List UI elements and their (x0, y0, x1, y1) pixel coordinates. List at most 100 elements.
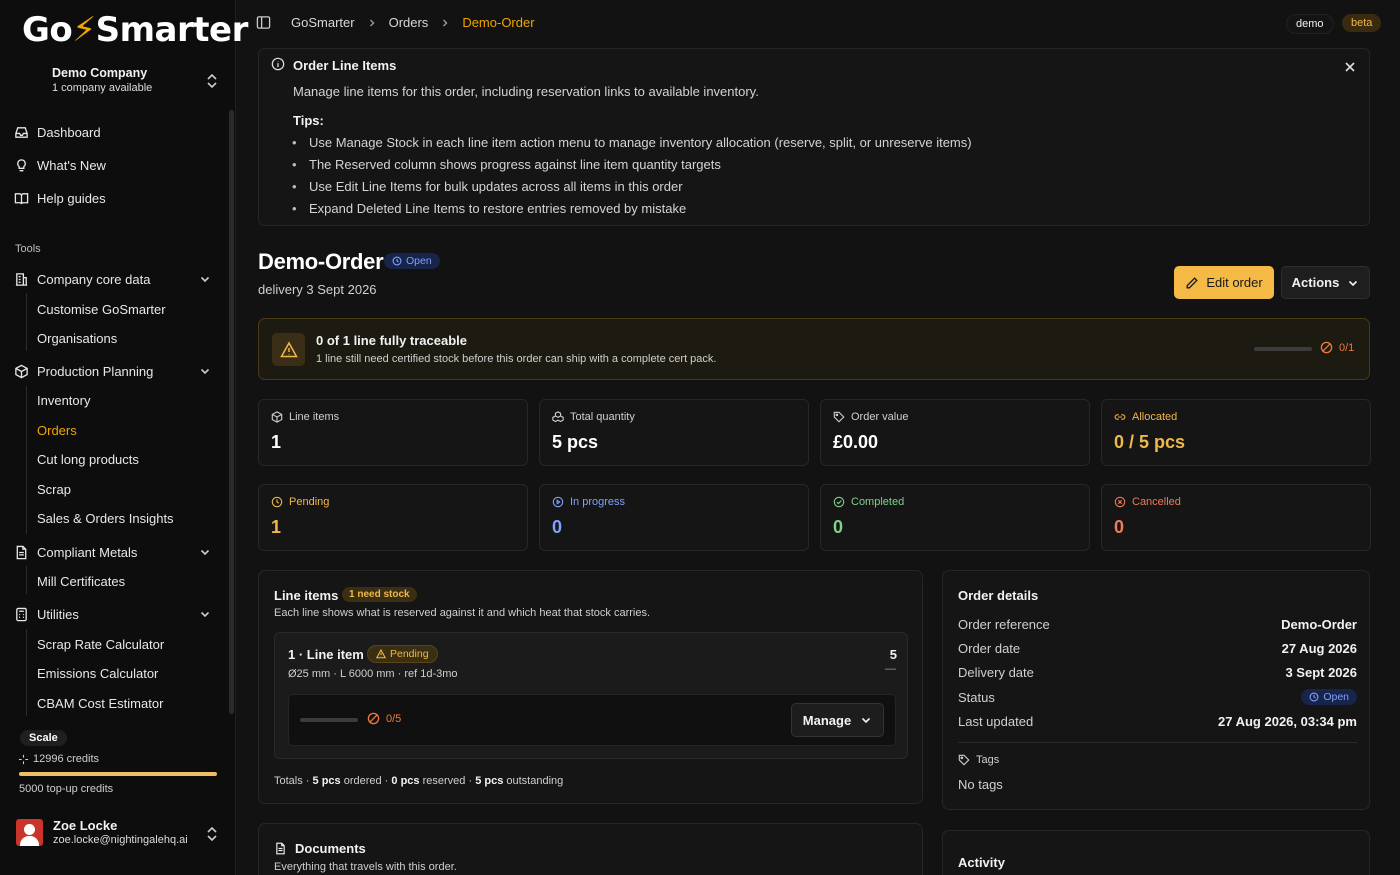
chevron-down-icon[interactable] (199, 365, 211, 377)
divider (958, 742, 1357, 743)
stat-value: 0 (552, 517, 563, 537)
book-icon (14, 191, 29, 206)
sidebar-group-production-planning[interactable]: Production Planning (14, 360, 153, 382)
breadcrumb-gosmarter[interactable]: GoSmarter (291, 15, 355, 30)
line-item-dash: — (885, 663, 896, 675)
reservation-progress-bar (300, 718, 358, 722)
detail-row-order-date: Order date 27 Aug 2026 (958, 640, 1357, 656)
sidebar-group-company-core-data[interactable]: Company core data (14, 268, 150, 290)
traceability-warning: 0 of 1 line fully traceable 1 line still… (258, 318, 1370, 380)
stat-card-cancelled: Cancelled 0 (1101, 484, 1371, 551)
info-tips-label: Tips: (293, 113, 324, 128)
tag-icon (958, 754, 970, 766)
sidebar-item-dashboard[interactable]: Dashboard (14, 121, 101, 143)
sidebar-scrollbar[interactable] (229, 110, 234, 714)
activity-panel: Activity (942, 830, 1370, 875)
boxes-icon (552, 411, 564, 423)
sidebar-item-scrap[interactable]: Scrap (37, 479, 71, 499)
sidebar-item-orders[interactable]: Orders (37, 420, 77, 440)
chevron-down-icon (860, 714, 872, 726)
clock-icon (1309, 692, 1319, 702)
link-icon (1114, 411, 1126, 423)
chevrons-up-down-icon[interactable] (205, 73, 219, 89)
stat-card-line-items: Line items 1 (258, 399, 528, 466)
box-icon (271, 411, 283, 423)
stat-label: Total quantity (552, 411, 635, 423)
sidebar-section-tools: Tools (15, 243, 41, 255)
company-name: Demo Company (52, 66, 148, 80)
chevron-right-icon (367, 18, 377, 28)
sidebar-item-cbam-cost-estimator[interactable]: CBAM Cost Estimator (37, 693, 163, 713)
sidebar-group-compliant-metals[interactable]: Compliant Metals (14, 541, 137, 563)
sidebar-item-emissions-calculator[interactable]: Emissions Calculator (37, 663, 158, 683)
sidebar-tree-line (26, 566, 27, 594)
sidebar-item-help-guides[interactable]: Help guides (14, 187, 106, 209)
traceability-title: 0 of 1 line fully traceable (316, 333, 467, 348)
sidebar-item-cut-long-products[interactable]: Cut long products (37, 449, 139, 469)
sidebar-toggle-icon[interactable] (256, 15, 271, 30)
traceability-count: 0/1 (1320, 341, 1354, 354)
sidebar-group-utilities[interactable]: Utilities (14, 603, 79, 625)
sidebar-item-whats-new[interactable]: What's New (14, 154, 106, 176)
chevron-down-icon[interactable] (199, 546, 211, 558)
tip-item: Use Manage Stock in each line item actio… (292, 132, 972, 154)
stat-label: Order value (833, 411, 908, 423)
plan-badge: Scale (20, 730, 67, 746)
warning-icon (376, 649, 386, 659)
user-menu[interactable]: Zoe Locke zoe.locke@nightingalehq.ai (16, 818, 188, 846)
stat-card-total-quantity: Total quantity 5 pcs (539, 399, 809, 466)
file-text-icon (14, 545, 29, 560)
sidebar-item-customise-gosmarter[interactable]: Customise GoSmarter (37, 299, 166, 319)
line-items-title: Line items (274, 588, 339, 603)
need-stock-badge: 1 need stock (342, 587, 417, 602)
chevron-down-icon[interactable] (199, 273, 211, 285)
chevron-down-icon[interactable] (199, 608, 211, 620)
info-panel: Order Line Items Manage line items for t… (258, 48, 1370, 226)
detail-row-status: Status Open (958, 687, 1357, 707)
edit-order-button[interactable]: Edit order (1174, 266, 1274, 299)
sidebar-item-scrap-rate-calculator[interactable]: Scrap Rate Calculator (37, 634, 164, 654)
tags-label: Tags (958, 754, 999, 766)
sidebar: Go⚡Smarter Demo Company 1 company availa… (0, 0, 248, 875)
credits-progress-bar (19, 772, 217, 776)
sidebar-item-sales-orders-insights[interactable]: Sales & Orders Insights (37, 508, 174, 528)
stat-label: Pending (271, 496, 329, 508)
chevrons-up-down-icon[interactable] (205, 826, 219, 842)
actions-menu-button[interactable]: Actions (1281, 266, 1370, 299)
tip-item: Expand Deleted Line Items to restore ent… (292, 198, 972, 220)
info-icon (271, 57, 285, 71)
env-badge-demo: demo (1286, 14, 1334, 34)
status-badge: Open (384, 253, 440, 269)
sidebar-tree-line (26, 629, 27, 716)
sidebar-tree-line (26, 386, 27, 534)
documents-description: Everything that travels with this order. (274, 861, 457, 873)
sidebar-item-inventory[interactable]: Inventory (37, 390, 90, 410)
clock-icon (271, 496, 283, 508)
sidebar-item-mill-certificates[interactable]: Mill Certificates (37, 571, 125, 591)
gosmarter-logo[interactable]: Go⚡Smarter (22, 10, 248, 50)
tip-item: Use Edit Line Items for bulk updates acr… (292, 176, 972, 198)
line-items-description: Each line shows what is reserved against… (274, 607, 651, 619)
close-icon[interactable] (1344, 61, 1356, 73)
line-item-meta: Ø25 mm · L 6000 mm · ref 1d-3mo (288, 668, 458, 680)
warning-icon (272, 333, 305, 366)
lightbulb-icon (14, 158, 29, 173)
stat-card-pending: Pending 1 (258, 484, 528, 551)
documents-panel: Documents Everything that travels with t… (258, 823, 923, 875)
ban-icon (367, 712, 380, 725)
calculator-icon (14, 607, 29, 622)
ban-icon (1320, 341, 1333, 354)
stat-card-in-progress: In progress 0 (539, 484, 809, 551)
tag-icon (833, 411, 845, 423)
stat-label: Completed (833, 496, 904, 508)
company-switcher[interactable]: Demo Company 1 company available (52, 66, 152, 94)
building-icon (14, 272, 29, 287)
order-details-title: Order details (958, 588, 1039, 603)
manage-button[interactable]: Manage (791, 703, 884, 737)
stat-value: 1 (271, 432, 282, 452)
reservation-count: 0/5 (367, 712, 401, 725)
sidebar-item-organisations[interactable]: Organisations (37, 328, 117, 348)
breadcrumb-orders[interactable]: Orders (389, 15, 429, 30)
status-badge: Pending (367, 645, 438, 663)
env-badge-beta: beta (1342, 14, 1382, 32)
